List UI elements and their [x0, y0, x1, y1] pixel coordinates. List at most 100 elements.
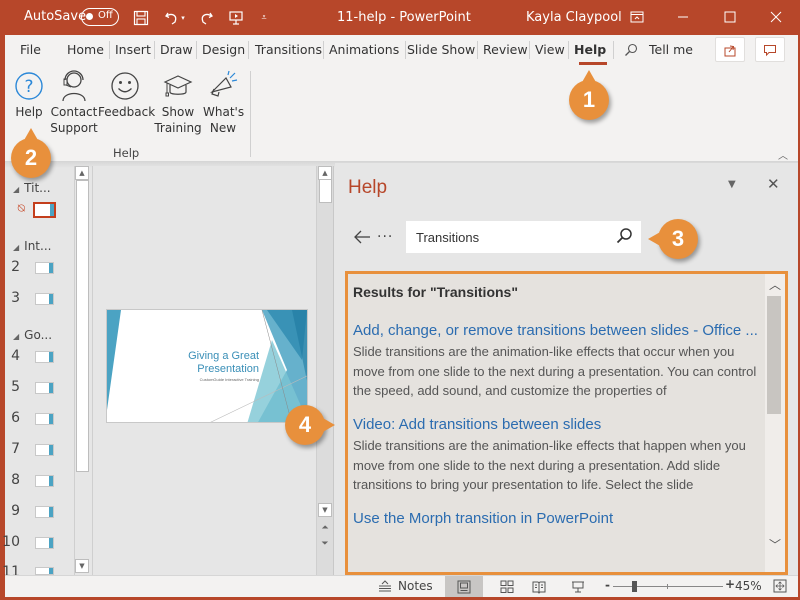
zoom-out-button[interactable]: -	[605, 578, 610, 592]
slide-show-button[interactable]	[571, 580, 585, 594]
notes-button[interactable]: Notes	[378, 579, 433, 593]
current-slide[interactable]: Giving a Great Presentation CustomGuide …	[106, 309, 308, 423]
undo-dropdown-icon[interactable]: ▾	[178, 8, 188, 28]
show-training-button[interactable]: Show Training	[153, 68, 203, 136]
search-value[interactable]: Transitions	[416, 230, 479, 245]
slide-number: 6	[11, 410, 20, 426]
callout-number: 4	[298, 412, 312, 437]
tab-file[interactable]: File	[20, 42, 41, 57]
customize-qat-icon[interactable]: ⩡	[254, 8, 274, 28]
slide-thumbnail[interactable]	[35, 382, 54, 394]
pane-options-icon[interactable]: ▼	[728, 179, 736, 190]
scroll-up-icon[interactable]: ▲	[318, 166, 332, 180]
help-button[interactable]: ? Help	[12, 68, 46, 120]
scroll-up-icon[interactable]: ︿	[769, 276, 781, 293]
tell-me-input[interactable]: Tell me	[649, 42, 693, 57]
callout-number: 3	[671, 226, 685, 251]
scroll-up-icon[interactable]: ▲	[75, 166, 89, 180]
ribbon-display-options-icon[interactable]	[622, 6, 652, 28]
whats-new-button[interactable]: What's New	[203, 68, 244, 136]
tab-insert[interactable]: Insert	[115, 42, 151, 57]
tab-draw[interactable]: Draw	[160, 42, 193, 57]
slide-scrollbar[interactable]: ▲ ▼ ⏶ ⏷	[316, 166, 334, 575]
zoom-in-button[interactable]: +	[725, 577, 735, 591]
thumbnail-scrollbar[interactable]: ▲ ▼	[74, 166, 90, 575]
maximize-icon[interactable]	[715, 6, 745, 28]
ribbon-tabs: File Home Insert Draw Design Transitions…	[5, 35, 798, 65]
slide-thumbnail[interactable]	[33, 202, 56, 218]
zoom-slider-thumb[interactable]	[632, 581, 637, 592]
previous-slide-icon[interactable]: ⏶	[318, 521, 332, 535]
start-from-beginning-icon[interactable]	[226, 8, 246, 28]
section-header[interactable]: ◢ Tit...	[13, 181, 51, 195]
zoom-slider[interactable]	[613, 586, 723, 587]
fit-slide-button[interactable]	[773, 579, 787, 593]
comments-button[interactable]	[755, 37, 785, 62]
slide-sorter-button[interactable]	[500, 580, 514, 594]
slide-thumbnail[interactable]	[35, 506, 54, 518]
tab-animations[interactable]: Animations	[329, 42, 399, 57]
help-icon: ?	[12, 68, 46, 104]
slide-thumbnail[interactable]	[35, 293, 54, 305]
tab-design[interactable]: Design	[202, 42, 245, 57]
scrollbar-thumb[interactable]	[319, 179, 332, 203]
collapse-section-icon[interactable]: ◢	[13, 185, 19, 194]
scroll-down-icon[interactable]: ▼	[318, 503, 332, 517]
feedback-button[interactable]: Feedback	[98, 68, 155, 120]
search-icon[interactable]	[615, 227, 633, 248]
tab-help[interactable]: Help	[574, 42, 606, 57]
svg-text:?: ?	[24, 77, 33, 97]
redo-icon[interactable]	[196, 8, 216, 28]
result-link[interactable]: Add, change, or remove transitions betwe…	[353, 320, 765, 342]
results-scrollbar[interactable]: ︿ ﹀	[765, 274, 785, 572]
section-header[interactable]: ◢ Go...	[13, 328, 52, 342]
minimize-icon[interactable]	[668, 6, 698, 28]
tell-me-search-icon[interactable]	[624, 43, 638, 60]
result-link[interactable]: Use the Morph transition in PowerPoint	[353, 508, 765, 530]
collapse-section-icon[interactable]: ◢	[13, 243, 19, 252]
tab-transitions[interactable]: Transitions	[255, 42, 322, 57]
normal-view-button[interactable]	[445, 576, 483, 598]
next-slide-icon[interactable]: ⏷	[318, 537, 332, 551]
section-header[interactable]: ◢ Int...	[13, 239, 51, 253]
callout-number: 1	[582, 87, 596, 112]
close-pane-icon[interactable]: ✕	[767, 175, 780, 193]
more-options-icon[interactable]: ···	[377, 229, 393, 245]
tab-separator	[568, 41, 569, 59]
save-icon[interactable]	[131, 8, 151, 28]
slide-thumbnail[interactable]	[35, 351, 54, 363]
slide-subtitle: CustomGuide Interactive Training	[199, 377, 259, 382]
slide-thumbnail[interactable]	[35, 475, 54, 487]
back-arrow-icon[interactable]	[353, 229, 371, 248]
close-icon[interactable]	[761, 6, 791, 28]
collapse-ribbon-icon[interactable]: ︿	[778, 147, 788, 162]
scroll-down-icon[interactable]: ▼	[75, 559, 89, 573]
slide-thumbnail[interactable]	[35, 537, 54, 549]
reading-view-button[interactable]	[532, 580, 546, 594]
help-search-input[interactable]: Transitions	[406, 221, 641, 253]
tab-review[interactable]: Review	[483, 42, 528, 57]
contact-support-button[interactable]: Contact Support	[50, 68, 98, 136]
scroll-down-icon[interactable]: ﹀	[769, 536, 781, 553]
slide-thumbnail[interactable]	[35, 567, 54, 575]
tab-slide-show[interactable]: Slide Show	[407, 42, 475, 57]
result-link[interactable]: Video: Add transitions between slides	[353, 414, 765, 436]
slide-show-icon	[572, 581, 584, 593]
callout-2: 2	[11, 128, 51, 178]
help-pane-title: Help	[348, 177, 388, 198]
slide-thumbnail[interactable]	[35, 444, 54, 456]
scrollbar-thumb[interactable]	[76, 180, 89, 472]
whats-new-label-2: New	[209, 121, 237, 135]
callout-pointer	[581, 70, 597, 84]
slide-thumbnail[interactable]	[35, 262, 54, 274]
tab-home[interactable]: Home	[67, 42, 104, 57]
slide-number: 5	[11, 379, 20, 395]
collapse-section-icon[interactable]: ◢	[13, 332, 19, 341]
scrollbar-thumb[interactable]	[767, 296, 781, 414]
slide-thumbnail[interactable]	[35, 413, 54, 425]
user-name[interactable]: Kayla Claypool	[526, 10, 622, 25]
share-button[interactable]	[715, 37, 745, 62]
autosave-toggle[interactable]: Off	[81, 8, 119, 26]
tab-view[interactable]: View	[535, 42, 565, 57]
zoom-level[interactable]: 45%	[735, 579, 762, 593]
